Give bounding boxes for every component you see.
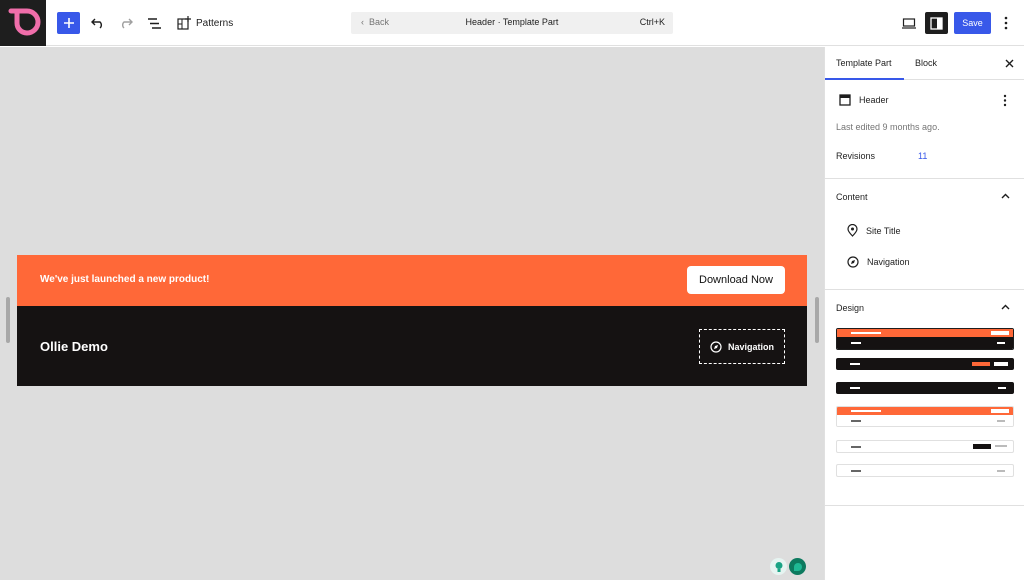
- compass-icon: [847, 256, 859, 268]
- lightbulb-icon[interactable]: [770, 558, 787, 575]
- desktop-icon: [902, 17, 916, 29]
- chat-bubble-icon[interactable]: [789, 558, 806, 575]
- content-item-label: Site Title: [866, 225, 901, 236]
- banner-text[interactable]: We've just launched a new product!: [40, 274, 209, 285]
- more-vertical-icon[interactable]: [1003, 94, 1007, 107]
- command-palette-bar[interactable]: ‹ Back Header · Template Part Ctrl+K: [351, 12, 673, 34]
- design-panel: Design: [825, 290, 1024, 506]
- content-item-navigation[interactable]: Navigation: [847, 256, 910, 268]
- save-button[interactable]: Save: [954, 12, 991, 34]
- compass-icon: [710, 340, 722, 353]
- design-heading[interactable]: Design: [836, 303, 864, 313]
- site-title[interactable]: Ollie Demo: [40, 339, 108, 354]
- resize-handle-left[interactable]: [6, 297, 10, 343]
- document-overview-button[interactable]: [144, 12, 164, 34]
- header-variation-5[interactable]: [836, 440, 1014, 453]
- revisions-label[interactable]: Revisions: [836, 151, 875, 161]
- content-heading[interactable]: Content: [836, 192, 868, 202]
- sidebar-tabs: Template Part Block: [825, 47, 1024, 80]
- redo-icon: [122, 18, 133, 29]
- sidebar-icon: [930, 16, 943, 30]
- device-preview-button[interactable]: [898, 12, 920, 34]
- editor-canvas: We've just launched a new product! Downl…: [0, 47, 824, 580]
- chevron-up-icon[interactable]: [1001, 304, 1010, 310]
- template-part-name: Header: [859, 95, 889, 105]
- content-item-site-title[interactable]: Site Title: [847, 224, 901, 237]
- undo-icon: [91, 18, 102, 29]
- list-view-icon: [148, 17, 161, 29]
- patterns-label: Patterns: [196, 17, 234, 29]
- content-panel: Content Site Title Navigation: [825, 179, 1024, 290]
- announcement-banner[interactable]: We've just launched a new product! Downl…: [17, 255, 807, 306]
- header-variation-4[interactable]: [836, 406, 1014, 427]
- site-header-row[interactable]: Ollie Demo Navigation: [17, 306, 807, 386]
- navigation-block[interactable]: Navigation: [699, 329, 785, 364]
- patterns-button[interactable]: Patterns: [177, 12, 233, 34]
- patterns-icon: [177, 16, 191, 30]
- header-variation-1[interactable]: [836, 328, 1014, 350]
- ollie-logo-icon: [8, 8, 41, 36]
- keyboard-shortcut: Ctrl+K: [639, 17, 665, 27]
- tab-block[interactable]: Block: [915, 58, 937, 68]
- download-now-button[interactable]: Download Now: [687, 266, 785, 294]
- redo-button[interactable]: [116, 12, 136, 34]
- editor-top-bar: Patterns ‹ Back Header · Template Part C…: [0, 0, 1024, 46]
- settings-sidebar-toggle[interactable]: [925, 12, 948, 34]
- last-edited-text: Last edited 9 months ago.: [836, 122, 940, 132]
- undo-button[interactable]: [88, 12, 108, 34]
- document-title: Header · Template Part: [465, 17, 559, 27]
- chevron-up-icon[interactable]: [1001, 193, 1010, 199]
- plus-icon: [63, 18, 74, 28]
- header-variation-6[interactable]: [836, 464, 1014, 477]
- add-block-button[interactable]: [57, 12, 80, 34]
- resize-handle-right[interactable]: [815, 297, 819, 343]
- template-part-summary: Header Last edited 9 months ago. Revisio…: [825, 80, 1024, 179]
- close-icon: [1005, 59, 1013, 67]
- template-part-icon: [839, 94, 851, 106]
- navigation-label: Navigation: [727, 341, 774, 352]
- header-template-part[interactable]: We've just launched a new product! Downl…: [17, 255, 807, 386]
- options-button[interactable]: [998, 12, 1014, 34]
- help-badges: [770, 558, 806, 575]
- header-variation-2[interactable]: [836, 358, 1014, 370]
- close-sidebar-button[interactable]: [1002, 56, 1016, 70]
- settings-sidebar: Template Part Block Header Last edited 9…: [824, 47, 1024, 580]
- site-logo[interactable]: [0, 0, 46, 46]
- map-marker-icon: [847, 224, 858, 237]
- content-item-label: Navigation: [867, 257, 910, 267]
- more-vertical-icon: [1004, 16, 1008, 30]
- revisions-count[interactable]: 11: [918, 151, 927, 161]
- tab-template-part[interactable]: Template Part: [836, 58, 892, 68]
- header-variation-3[interactable]: [836, 382, 1014, 394]
